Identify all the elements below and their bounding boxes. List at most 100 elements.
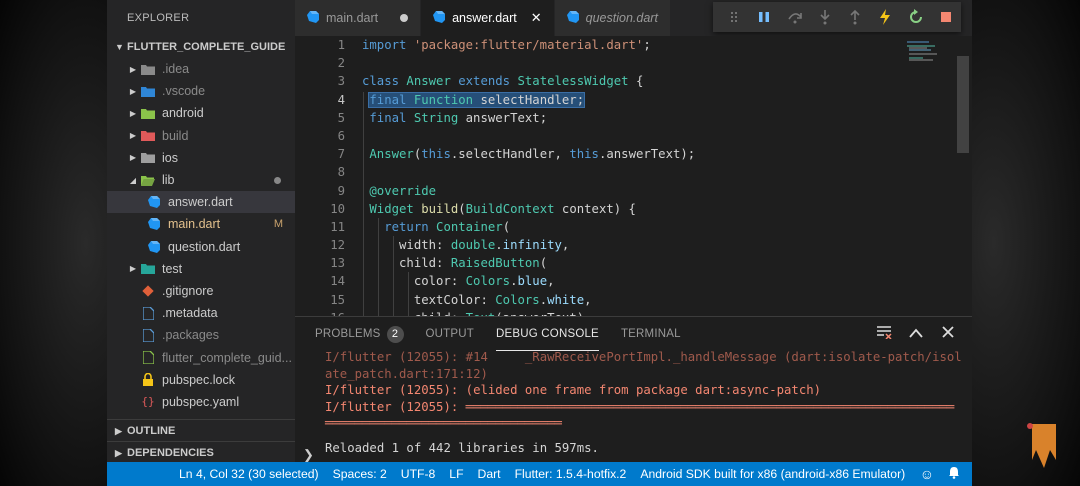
tree-item-label: lib xyxy=(162,173,175,188)
lock-file-icon xyxy=(141,373,155,387)
hot-reload-icon[interactable] xyxy=(870,2,900,32)
tree-item[interactable]: pubspec.lock xyxy=(107,369,295,391)
tree-item-label: ios xyxy=(162,150,178,165)
tree-item[interactable]: ▶ .idea xyxy=(107,58,295,80)
line-number: 5 xyxy=(337,110,345,125)
tree-item[interactable]: .packages xyxy=(107,324,295,346)
step-into-icon[interactable] xyxy=(810,2,840,32)
tree-item[interactable]: ▶ build xyxy=(107,125,295,147)
chevron-right-icon: ▶ xyxy=(129,131,137,141)
stop-icon[interactable] xyxy=(931,2,961,32)
code-token: { xyxy=(635,74,644,89)
tree-item[interactable]: .metadata xyxy=(107,302,295,324)
encoding[interactable]: UTF-8 xyxy=(394,467,443,481)
console-prompt-icon[interactable]: ❯ xyxy=(303,447,314,463)
folder-icon xyxy=(141,152,155,164)
close-panel-icon[interactable] xyxy=(932,325,964,343)
tree-item[interactable]: ▶ android xyxy=(107,102,295,124)
code-token: StatelessWidget xyxy=(517,74,636,89)
unsaved-dot-icon[interactable] xyxy=(400,14,409,22)
code-token: child: xyxy=(362,256,451,271)
device-selector[interactable]: Android SDK built for x86 (android-x86 E… xyxy=(633,467,912,481)
code-token: Colors xyxy=(465,274,511,289)
code-token: infinity xyxy=(502,238,562,253)
panel-tab-debug-console[interactable]: DEBUG CONSOLE xyxy=(496,317,599,351)
line-number: 3 xyxy=(337,74,345,89)
tab-question-dart[interactable]: question.dart xyxy=(554,0,671,36)
code-line: child: Text(answerText), xyxy=(362,309,922,316)
code-line: Answer(this.selectHandler, this.answerTe… xyxy=(362,145,922,163)
cursor-position[interactable]: Ln 4, Col 32 (30 selected) xyxy=(172,467,326,481)
line-number: 13 xyxy=(330,256,345,271)
vertical-scrollbar[interactable] xyxy=(957,56,969,153)
outline-section[interactable]: ▶ OUTLINE xyxy=(107,419,295,442)
code-token: String xyxy=(413,110,466,125)
code-token: import xyxy=(362,38,414,52)
tree-item[interactable]: question.dart xyxy=(107,236,295,258)
pause-icon[interactable] xyxy=(749,2,779,32)
code-token: 'package:flutter/material.dart' xyxy=(413,38,644,52)
tree-item[interactable]: {} pubspec.yaml xyxy=(107,391,295,413)
code-token: width: xyxy=(362,238,451,253)
console-line: ════════════════════════════════ xyxy=(325,416,562,430)
tree-item[interactable]: ▶ .vscode xyxy=(107,80,295,102)
clear-console-icon[interactable] xyxy=(868,325,900,343)
tree-item[interactable]: flutter_complete_guid... xyxy=(107,346,295,368)
tree-item-label: .metadata xyxy=(162,306,218,321)
tree-item[interactable]: answer.dart xyxy=(107,191,295,214)
smiley-feedback-icon[interactable]: ☺ xyxy=(920,466,934,482)
project-folder-header[interactable]: ▼ FLUTTER_COMPLETE_GUIDE xyxy=(107,36,295,58)
code-token: Answer xyxy=(369,147,414,162)
minimap[interactable] xyxy=(907,40,941,62)
tree-item[interactable]: .gitignore xyxy=(107,280,295,302)
line-number: 1 xyxy=(337,38,345,52)
folder-icon xyxy=(141,85,155,97)
tree-item-label: pubspec.yaml xyxy=(162,394,240,409)
language-mode[interactable]: Dart xyxy=(471,467,508,481)
tab-main-dart[interactable]: main.dart xyxy=(295,0,422,36)
code-token: final xyxy=(369,110,414,125)
tree-item-label: build xyxy=(162,128,189,143)
tree-item[interactable]: ▶ test xyxy=(107,258,295,280)
close-icon[interactable]: ✕ xyxy=(531,10,542,26)
tree-item[interactable]: ▶ ios xyxy=(107,147,295,169)
code-token: this xyxy=(421,147,451,162)
drag-handle-icon[interactable] xyxy=(719,2,749,32)
chevron-right-icon: ▶ xyxy=(115,426,122,436)
backdrop-left xyxy=(0,0,107,486)
code-editor[interactable]: 12345678910111213141516 import 'package:… xyxy=(295,36,972,316)
tree-item-label: pubspec.lock xyxy=(162,372,235,387)
outline-label: OUTLINE xyxy=(127,425,176,437)
code-line: Widget build(BuildContext context) { xyxy=(362,200,922,218)
dart-file-icon xyxy=(147,240,161,253)
dependencies-section[interactable]: ▶ DEPENDENCIES xyxy=(107,441,295,464)
flutter-version[interactable]: Flutter: 1.5.4-hotfix.2 xyxy=(508,467,634,481)
end-of-line[interactable]: LF xyxy=(442,467,470,481)
tree-item-label: answer.dart xyxy=(168,195,233,210)
panel-tab-problems[interactable]: PROBLEMS 2 xyxy=(315,317,404,351)
restart-icon[interactable] xyxy=(901,2,931,32)
tree-item[interactable]: ◢ lib xyxy=(107,169,295,191)
tree-item-label: flutter_complete_guid... xyxy=(162,350,292,365)
code-token: , xyxy=(561,238,570,253)
tree-item-label: main.dart xyxy=(168,217,221,232)
panel-tab-terminal[interactable]: TERMINAL xyxy=(621,317,681,351)
step-out-icon[interactable] xyxy=(840,2,870,32)
indentation[interactable]: Spaces: 2 xyxy=(326,467,394,481)
panel-tab-output[interactable]: OUTPUT xyxy=(426,317,474,351)
debug-toolbar xyxy=(713,2,961,32)
tab-label: question.dart xyxy=(585,11,658,25)
tab-label: answer.dart xyxy=(452,11,517,25)
line-number: 8 xyxy=(337,165,345,180)
code-token: double xyxy=(450,238,496,253)
console-line: Reloaded 1 of 442 libraries in 597ms. xyxy=(325,440,599,455)
step-over-icon[interactable] xyxy=(780,2,810,32)
dart-file-icon xyxy=(147,196,161,209)
tab-answer-dart[interactable]: answer.dart ✕ xyxy=(421,0,555,36)
notification-bell-icon[interactable] xyxy=(948,466,960,482)
tree-item-label: question.dart xyxy=(168,239,241,254)
code-token: white xyxy=(547,292,585,307)
tree-item[interactable]: main.dart M xyxy=(107,213,295,235)
maximize-panel-icon[interactable] xyxy=(900,325,932,343)
